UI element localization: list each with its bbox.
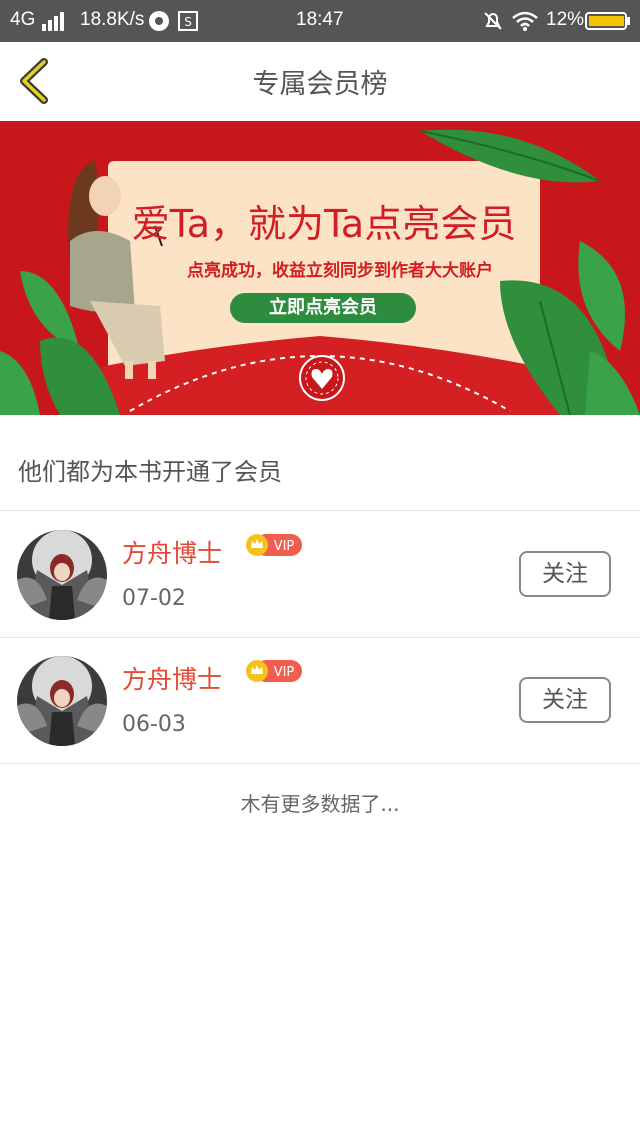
no-more-data-label: 木有更多数据了...	[240, 792, 400, 816]
signal-icon	[42, 12, 64, 31]
battery-percent: 12%	[546, 9, 585, 30]
section-heading: 他们都为本书开通了会员	[18, 458, 282, 486]
app-bar: 专属会员榜	[0, 42, 640, 120]
banner-subtitle: 点亮成功，收益立刻同步到作者大大账户	[187, 261, 493, 281]
status-bar: 4G 18.8K/s S 18:47 12%	[0, 0, 640, 42]
avatar[interactable]	[17, 656, 107, 746]
member-row[interactable]: 方舟博士 VIP 07-02 关注	[0, 512, 640, 637]
light-up-vip-button[interactable]: 立即点亮会员	[230, 293, 416, 323]
vip-badge-label: VIP	[274, 665, 295, 680]
follow-button[interactable]: 关注	[519, 677, 611, 723]
promo-banner[interactable]: 爱Ta，就为Ta点亮会员 点亮成功，收益立刻同步到作者大大账户 立即点亮会员	[0, 121, 640, 415]
member-name[interactable]: 方舟博士	[122, 660, 222, 696]
network-label: 4G	[10, 9, 36, 30]
svg-text:S: S	[184, 15, 192, 29]
vip-badge-label: VIP	[274, 539, 295, 554]
member-row[interactable]: 方舟博士 VIP 06-03 关注	[0, 638, 640, 763]
app-notification-icon	[149, 11, 169, 31]
wifi-icon	[512, 11, 538, 31]
mute-bell-icon	[484, 12, 502, 30]
follow-button[interactable]: 关注	[519, 551, 611, 597]
member-name[interactable]: 方舟博士	[122, 534, 222, 570]
battery-icon	[585, 12, 630, 30]
member-date: 06-03	[122, 712, 186, 737]
divider	[0, 510, 640, 511]
member-date: 07-02	[122, 586, 186, 611]
network-speed: 18.8K/s	[80, 9, 145, 30]
sim-icon: S	[178, 11, 198, 31]
avatar[interactable]	[17, 530, 107, 620]
clock: 18:47	[296, 9, 344, 30]
divider	[0, 763, 640, 764]
vip-crown-icon: VIP	[246, 534, 302, 556]
page-title: 专属会员榜	[252, 69, 388, 100]
vip-crown-icon: VIP	[246, 660, 302, 682]
banner-title: 爱Ta，就为Ta点亮会员	[131, 202, 517, 246]
